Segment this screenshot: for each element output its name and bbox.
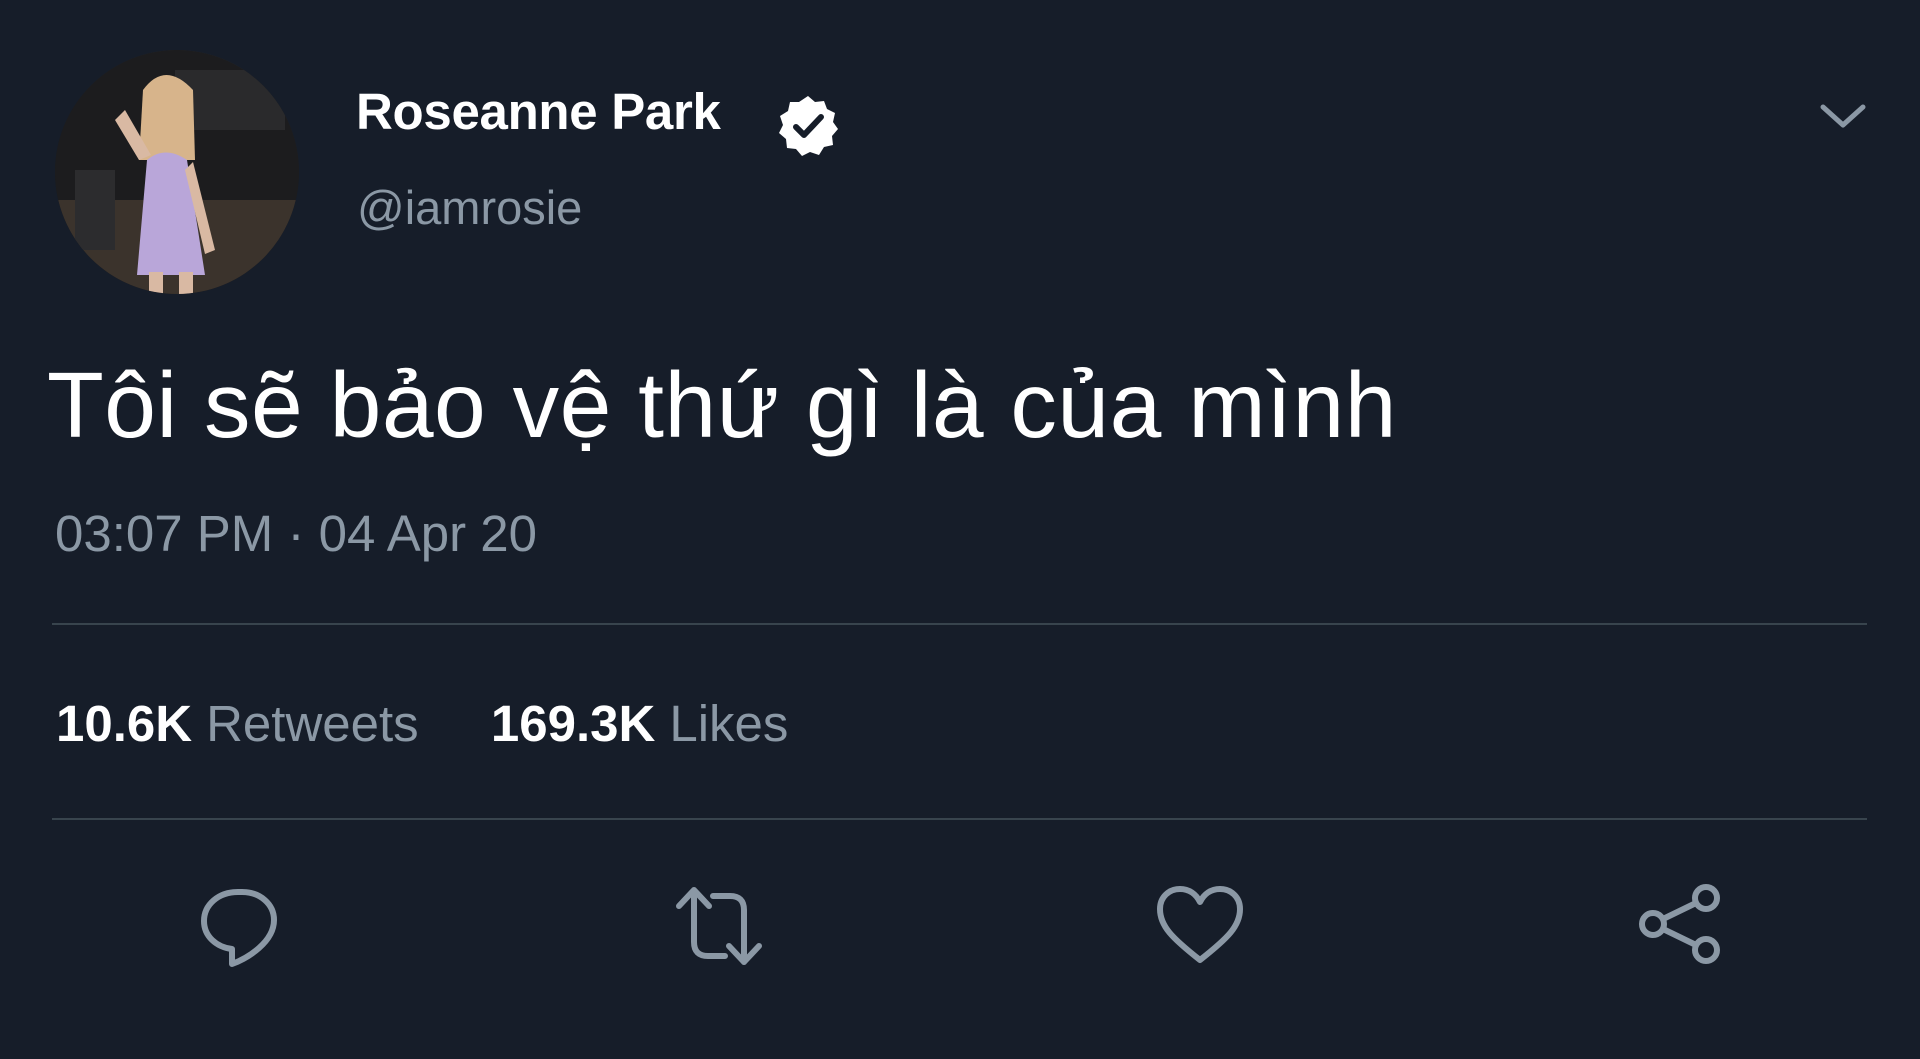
verified-badge-icon [779,96,838,156]
retweets-label: Retweets [206,695,419,752]
retweets-stat[interactable]: 10.6K Retweets [56,694,419,753]
tweet-stats: 10.6K Retweets 169.3K Likes [56,694,788,753]
share-button[interactable] [1630,876,1730,976]
user-handle[interactable]: @iamrosie [357,180,582,235]
divider [52,623,1867,625]
chevron-down-icon[interactable] [1817,97,1869,135]
avatar[interactable] [55,50,299,294]
likes-count: 169.3K [490,695,656,752]
display-name[interactable]: Roseanne Park [356,82,721,141]
reply-icon [201,889,277,967]
retweet-button[interactable] [669,876,769,976]
tweet-card: Roseanne Park @iamrosie Tôi sẽ bảo vệ th… [0,0,1920,1059]
like-button[interactable] [1150,876,1250,976]
likes-label: Likes [669,695,789,752]
tweet-text: Tôi sẽ bảo vệ thứ gì là của mình [47,353,1397,457]
divider [52,818,1867,820]
retweet-icon [676,887,762,965]
retweets-count: 10.6K [56,695,193,752]
heart-icon [1157,886,1243,963]
avatar-photo [55,50,299,294]
share-icon [1639,884,1720,964]
likes-stat[interactable]: 169.3K Likes [491,694,789,753]
reply-button[interactable] [190,876,290,976]
tweet-timestamp[interactable]: 03:07 PM · 04 Apr 20 [55,504,537,563]
